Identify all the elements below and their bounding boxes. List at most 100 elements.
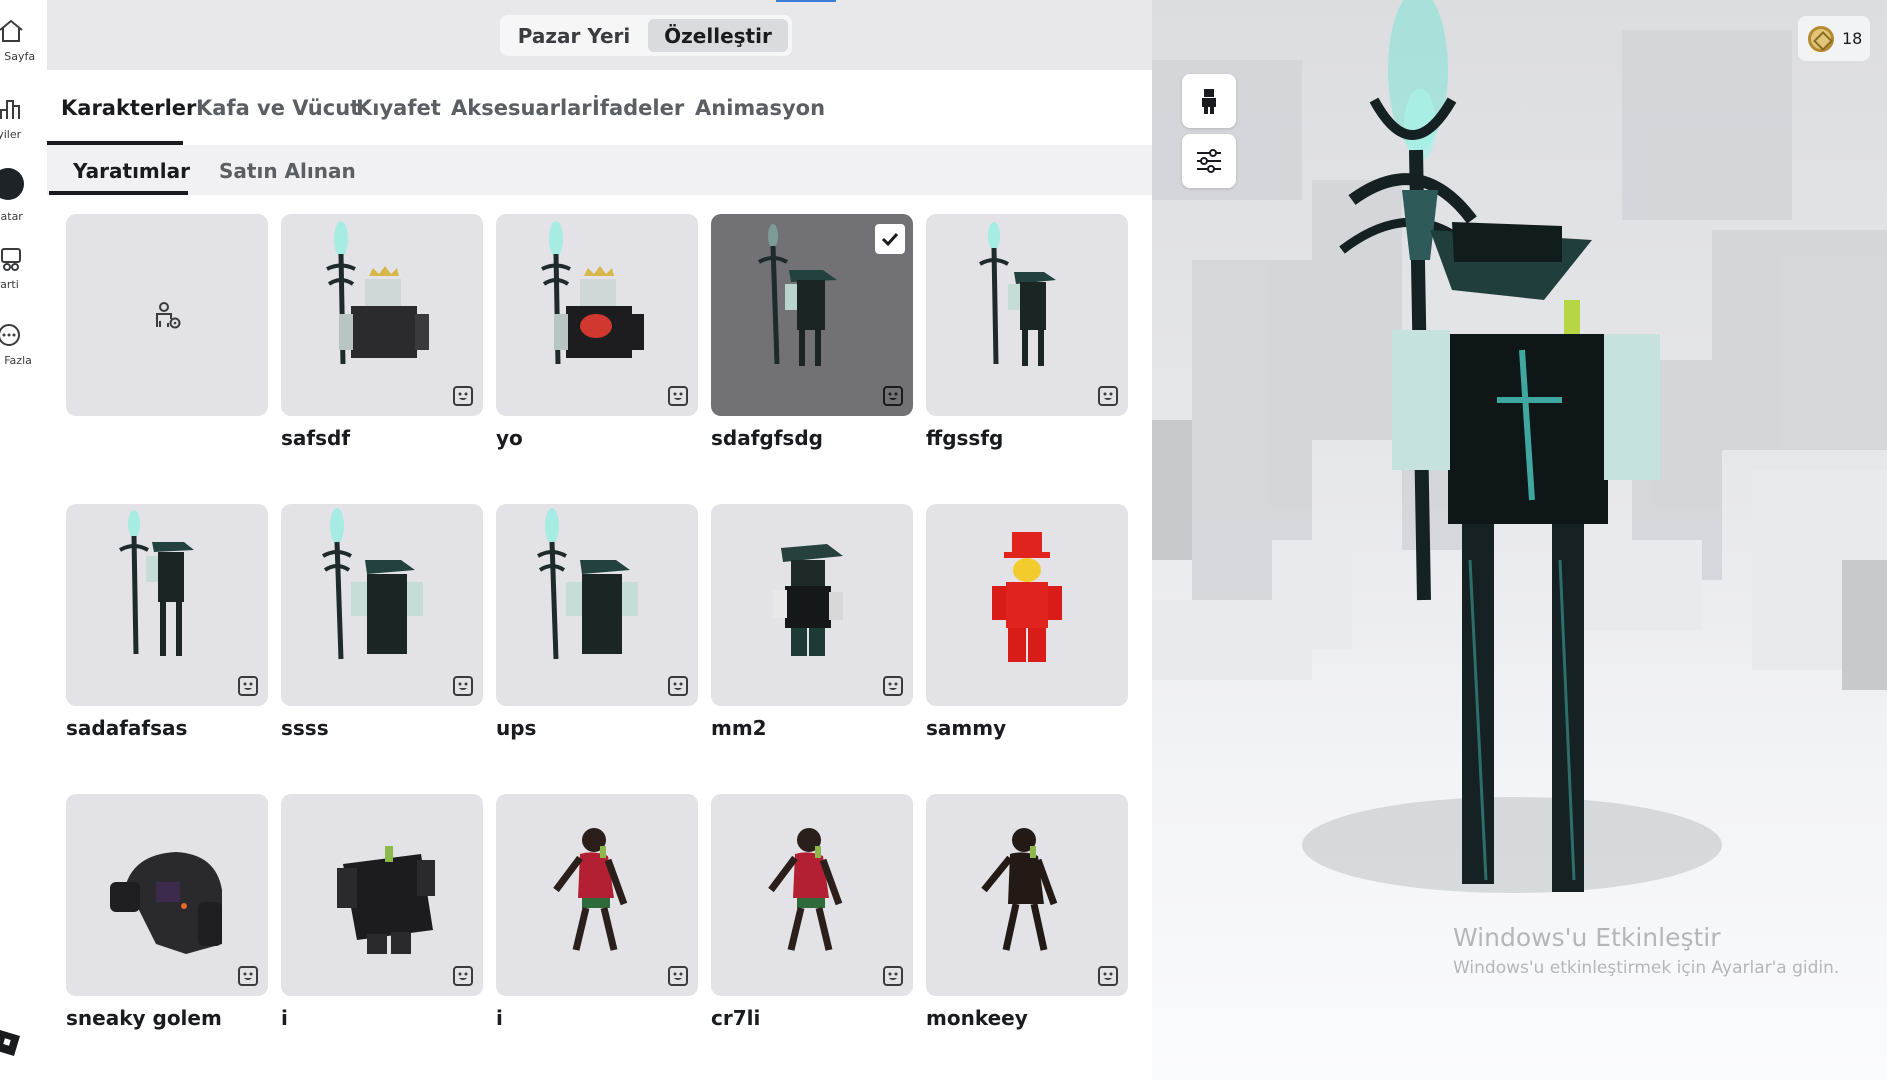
subtab-creations[interactable]: Yaratımlar: [73, 159, 190, 183]
card-thumbnail[interactable]: [496, 794, 698, 996]
card-name: sneaky golem: [66, 1006, 222, 1030]
customize-tab[interactable]: Özelleştir: [648, 19, 788, 52]
tab-emotes[interactable]: İfadeler: [592, 96, 684, 120]
card-thumbnail[interactable]: [281, 794, 483, 996]
sidebar-item-more[interactable]: a Fazla: [0, 322, 47, 382]
sidebar-item-label: a Fazla: [0, 354, 32, 367]
windows-activation-subtitle: Windows'u etkinleştirmek için Ayarlar'a …: [1453, 958, 1840, 978]
character-card[interactable]: ffgssfg: [926, 214, 1128, 450]
character-card[interactable]: monkeey: [926, 794, 1128, 1030]
avatar-view-toggle-button[interactable]: [1182, 74, 1236, 128]
card-name: i: [496, 1006, 503, 1030]
selected-checkbox[interactable]: [875, 224, 905, 254]
more-icon: [0, 324, 20, 346]
roblox-logo-icon[interactable]: [0, 1028, 22, 1056]
card-thumbnail[interactable]: [711, 504, 913, 706]
sidebar-item-avatar[interactable]: vatar: [0, 168, 47, 228]
sidebar-item-label: vatar: [0, 210, 23, 223]
character-card[interactable]: sadafafsas: [66, 504, 268, 740]
left-rail: a Sayfa İyiler vatar Parti a Fazla: [0, 0, 47, 1080]
card-thumbnail[interactable]: [926, 794, 1128, 996]
character-card[interactable]: i: [496, 794, 698, 1030]
tab-characters[interactable]: Karakterler: [61, 96, 196, 120]
character-card[interactable]: mm2: [711, 504, 913, 740]
tab-clothing[interactable]: Kıyafet: [356, 96, 441, 120]
category-tabs: Karakterler Kafa ve Vücut Kıyafet Aksesu…: [47, 70, 1152, 145]
card-name: yo: [496, 426, 523, 450]
card-thumbnail[interactable]: [496, 214, 698, 416]
card-thumbnail[interactable]: [66, 504, 268, 706]
sidebar-item-party[interactable]: Parti: [0, 246, 47, 306]
tab-head-body[interactable]: Kafa ve Vücut: [196, 96, 360, 120]
emote-icon[interactable]: [238, 676, 258, 696]
tab-animation[interactable]: Animasyon: [695, 96, 825, 120]
card-thumbnail[interactable]: [281, 504, 483, 706]
scroll-indicator: [776, 0, 836, 2]
card-name: i: [281, 1006, 288, 1030]
character-card[interactable]: sneaky golem: [66, 794, 268, 1030]
home-icon: [0, 19, 23, 42]
robux-icon: [1808, 25, 1834, 52]
card-name: mm2: [711, 716, 767, 740]
character-card[interactable]: i: [281, 794, 483, 1030]
create-character-card[interactable]: [66, 214, 268, 444]
character-preview: [992, 532, 1062, 662]
robux-balance[interactable]: 18: [1798, 16, 1870, 61]
tab-accessories[interactable]: Aksesuarlar: [451, 96, 592, 120]
emote-icon[interactable]: [668, 676, 688, 696]
avatar-figure-icon: [1202, 89, 1216, 114]
windows-activation-title: Windows'u Etkinleştir: [1453, 923, 1721, 952]
character-card[interactable]: sammy: [926, 504, 1128, 740]
avatar-viewer[interactable]: 18 Windows'u Etkinleştir Windows'u etkin…: [1152, 0, 1887, 1080]
card-name: ffgssfg: [926, 426, 1004, 450]
sidebar-item-label: İyiler: [0, 128, 22, 141]
party-icon: [1, 248, 21, 271]
sliders-icon: [1197, 149, 1221, 173]
card-thumbnail[interactable]: [926, 214, 1128, 416]
subtab-purchased[interactable]: Satın Alınan: [219, 159, 356, 183]
emote-icon[interactable]: [883, 676, 903, 696]
character-card[interactable]: cr7li: [711, 794, 913, 1030]
emote-icon[interactable]: [453, 386, 473, 406]
emote-icon[interactable]: [238, 966, 258, 986]
card-name: cr7li: [711, 1006, 761, 1030]
card-thumbnail[interactable]: [281, 214, 483, 416]
marketplace-tab[interactable]: Pazar Yeri: [504, 19, 644, 52]
character-grid: safsdf yo sdafgfsdg ffgssfg sadafafsas s…: [47, 195, 1152, 1080]
chart-icon: [0, 100, 20, 119]
emote-icon[interactable]: [668, 386, 688, 406]
card-thumbnail[interactable]: [711, 214, 913, 416]
character-card[interactable]: yo: [496, 214, 698, 450]
card-thumbnail[interactable]: [496, 504, 698, 706]
character-card-selected[interactable]: sdafgfsdg: [711, 214, 913, 450]
sub-tabs: Yaratımlar Satın Alınan: [47, 145, 1152, 195]
create-character-icon: [156, 302, 181, 329]
emote-icon[interactable]: [1098, 966, 1118, 986]
card-name: monkeey: [926, 1006, 1028, 1030]
sidebar-item-home[interactable]: a Sayfa: [0, 18, 47, 78]
emote-icon[interactable]: [668, 966, 688, 986]
character-card[interactable]: ups: [496, 504, 698, 740]
character-card[interactable]: ssss: [281, 504, 483, 740]
top-nav: Pazar Yeri Özelleştir: [500, 15, 792, 56]
card-name: ssss: [281, 716, 329, 740]
check-icon: [881, 232, 899, 247]
sidebar-item-label: a Sayfa: [0, 50, 36, 63]
card-thumbnail[interactable]: [926, 504, 1128, 706]
avatar-settings-button[interactable]: [1182, 134, 1236, 188]
sidebar-item-charts[interactable]: İyiler: [0, 96, 47, 156]
card-thumbnail[interactable]: [66, 214, 268, 416]
character-card[interactable]: safsdf: [281, 214, 483, 450]
card-thumbnail[interactable]: [711, 794, 913, 996]
robux-amount: 18: [1842, 29, 1863, 48]
avatar-3d-scene: [1152, 0, 1887, 893]
emote-icon[interactable]: [1098, 386, 1118, 406]
card-thumbnail[interactable]: [66, 794, 268, 996]
emote-icon[interactable]: [883, 386, 903, 406]
emote-icon[interactable]: [453, 676, 473, 696]
top-strip: Pazar Yeri Özelleştir: [47, 0, 1152, 70]
emote-icon[interactable]: [883, 966, 903, 986]
emote-icon[interactable]: [453, 966, 473, 986]
card-name: sammy: [926, 716, 1007, 740]
avatar-icon: [0, 168, 24, 200]
